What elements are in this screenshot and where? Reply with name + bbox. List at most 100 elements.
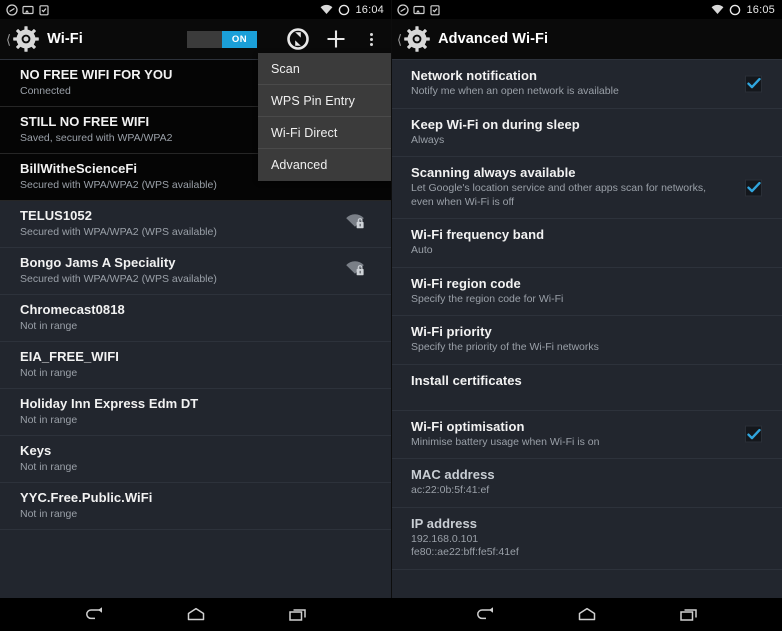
network-status: Not in range (20, 367, 78, 379)
setting-title: Wi-Fi priority (411, 324, 492, 339)
network-name: Bongo Jams A Speciality (20, 255, 176, 270)
circle-icon (730, 4, 741, 15)
setting-subtitle: ac:22:0b:5f:41:ef (411, 484, 490, 496)
wifi-toggle[interactable]: ON (187, 30, 257, 48)
setting-row[interactable]: Wi-Fi optimisation Minimise battery usage… (391, 411, 782, 459)
action-bar-right: ⟨ Advanced Wi-Fi (391, 19, 782, 59)
nav-home-icon[interactable] (179, 598, 213, 631)
page-title: Advanced Wi-Fi (438, 31, 549, 47)
network-status: Not in range (20, 320, 78, 332)
setting-row[interactable]: Install certificates (391, 365, 782, 411)
wifi-network-row[interactable]: Holiday Inn Express Edm DT Not in range (0, 389, 391, 436)
wifi-icon (712, 4, 724, 15)
network-status: Not in range (20, 508, 78, 520)
settings-gear-icon[interactable] (403, 25, 431, 53)
overflow-dot (369, 42, 373, 46)
setting-row[interactable]: Keep Wi-Fi on during sleep Always (391, 109, 782, 157)
system-nav-bar (0, 598, 782, 631)
setting-subtitle: Specify the region code for Wi-Fi (411, 292, 564, 305)
nav-recents-icon[interactable] (281, 598, 315, 631)
status-clock: 16:04 (355, 3, 384, 16)
menu-item-advanced[interactable]: Advanced (258, 149, 391, 181)
overflow-dot (369, 37, 373, 41)
status-bar-right: 16:05 (391, 0, 782, 19)
panel-divider (391, 0, 392, 598)
nav-back-icon[interactable] (468, 598, 502, 631)
setting-subtitle: Specify the priority of the Wi-Fi networ… (411, 341, 599, 353)
wifi-network-row[interactable]: Bongo Jams A Speciality Secured with WPA/… (0, 248, 391, 295)
wifi-network-row[interactable]: Keys Not in range (0, 436, 391, 483)
network-name: Chromecast0818 (20, 302, 125, 317)
back-chevron-icon[interactable]: ⟨ (6, 33, 11, 46)
wifi-network-row[interactable]: TELUS1052 Secured with WPA/WPA2 (WPS avai… (0, 201, 391, 248)
setting-subtitle: Minimise battery usage when Wi-Fi is on (411, 435, 600, 448)
setting-title: Install certificates (411, 372, 522, 388)
nav-group-right (391, 598, 782, 631)
status-clock: 16:05 (746, 3, 775, 16)
toggle-off-track (187, 30, 222, 48)
wifi-network-row[interactable]: EIA_FREE_WIFI Not in range (0, 342, 391, 389)
nav-back-icon[interactable] (77, 598, 111, 631)
setting-title: Wi-Fi optimisation (411, 418, 525, 434)
back-chevron-icon[interactable]: ⟨ (397, 33, 402, 46)
setting-row[interactable]: Wi-Fi region code Specify the region code… (391, 268, 782, 316)
network-status: Not in range (20, 461, 78, 473)
setting-subtitle: 192.168.0.101 fe80::ae22:bff:fe5f:41ef (411, 532, 519, 559)
menu-item-wi-fi-direct[interactable]: Wi-Fi Direct (258, 117, 391, 149)
circle-icon (339, 4, 350, 15)
status-right-right: 16:05 (711, 0, 775, 19)
setting-title: Wi-Fi region code (411, 275, 521, 291)
overflow-dot (369, 32, 373, 36)
status-bar-left: 16:04 (0, 0, 391, 19)
setting-checkbox[interactable] (745, 425, 762, 443)
nav-home-icon[interactable] (570, 598, 604, 631)
menu-item-scan[interactable]: Scan (258, 53, 391, 85)
wifi-network-row[interactable]: YYC.Free.Public.WiFi Not in range (0, 483, 391, 530)
toggle-on-label: ON (222, 30, 257, 48)
setting-subtitle: Auto (411, 244, 433, 256)
screenshot-icon (22, 5, 34, 14)
status-right-left: 16:04 (320, 0, 384, 19)
menu-item-wps-pin-entry[interactable]: WPS Pin Entry (258, 85, 391, 117)
setting-row[interactable]: Wi-Fi priority Specify the priority of th… (391, 316, 782, 365)
nav-recents-icon[interactable] (672, 598, 706, 631)
wifi-lock-icon (345, 214, 365, 235)
setting-row[interactable]: IP address 192.168.0.101 fe80::ae22:bff:f… (391, 508, 782, 570)
setting-title: Keep Wi-Fi on during sleep (411, 116, 580, 132)
setting-checkbox[interactable] (745, 75, 762, 93)
screenshot-icon (413, 5, 425, 14)
page-title: Wi-Fi (47, 31, 83, 47)
setting-row[interactable]: Wi-Fi frequency band Auto (391, 219, 782, 268)
wifi-icon (321, 4, 333, 15)
network-name: EIA_FREE_WIFI (20, 349, 119, 364)
setting-subtitle: Let Google's location service and other … (411, 182, 706, 208)
setting-title: Scanning always available (411, 165, 576, 180)
setting-title: Network notification (411, 68, 537, 83)
advanced-settings-list: Network notification Notify me when an op… (391, 59, 782, 570)
setting-subtitle: Always (411, 133, 445, 146)
network-status: Not in range (20, 414, 78, 426)
overflow-popup-menu: Scan WPS Pin Entry Wi-Fi Direct Advanced (258, 53, 391, 181)
setting-title: IP address (411, 515, 478, 531)
setting-row[interactable]: Scanning always available Let Google's lo… (391, 157, 782, 219)
network-status: Secured with WPA/WPA2 (WPS available) (20, 273, 217, 285)
setting-row[interactable]: MAC address ac:22:0b:5f:41:ef (391, 459, 782, 508)
setting-row[interactable]: Network notification Notify me when an op… (391, 59, 782, 109)
setting-subtitle: Notify me when an open network is availa… (411, 85, 619, 97)
wifi-lock-icon (345, 261, 365, 282)
setting-checkbox[interactable] (745, 179, 762, 196)
status-icons-right (397, 3, 441, 16)
wifi-list-panel: 16:04 ⟨ Wi-Fi ON NO FREE WIFI FOR YOU Co… (0, 0, 391, 598)
settings-gear-icon[interactable] (12, 25, 40, 53)
wifi-network-row[interactable]: Chromecast0818 Not in range (0, 295, 391, 342)
setting-title: MAC address (411, 467, 495, 482)
network-status: Secured with WPA/WPA2 (WPS available) (20, 226, 217, 238)
clipboard-icon (430, 4, 440, 15)
setting-title: Wi-Fi frequency band (411, 227, 545, 242)
dnd-icon (397, 3, 409, 16)
advanced-wifi-panel: 16:05 ⟨ Advanced Wi-Fi Network notificat… (391, 0, 782, 598)
status-icons-left (6, 3, 50, 16)
network-name: YYC.Free.Public.WiFi (20, 490, 153, 505)
network-name: Holiday Inn Express Edm DT (20, 396, 199, 411)
clipboard-icon (39, 4, 49, 15)
